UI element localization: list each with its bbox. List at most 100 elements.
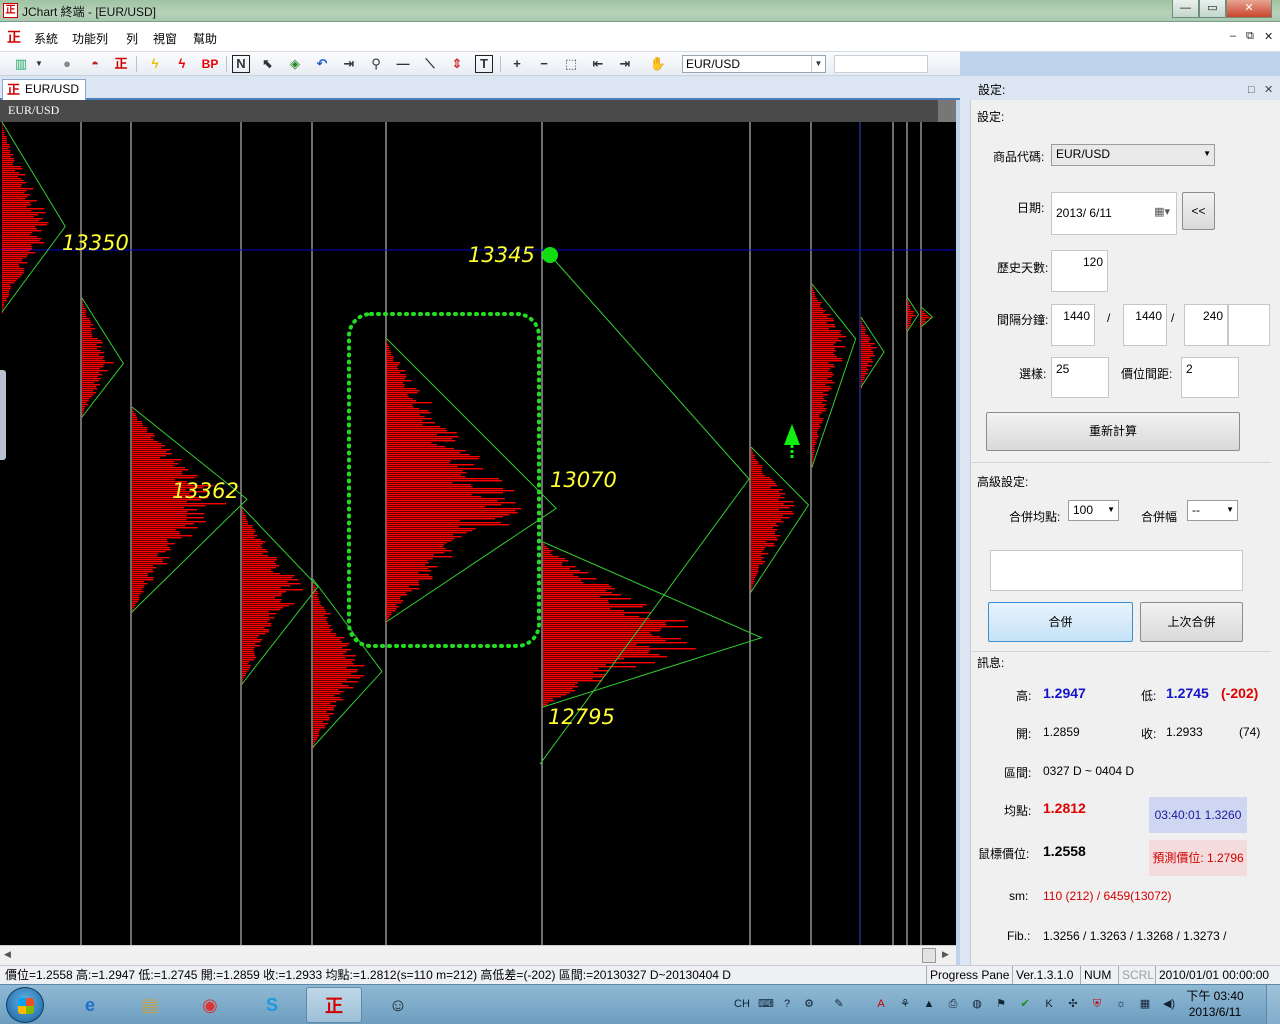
undo-icon[interactable]: ↶ [313,55,331,73]
merge-range-select[interactable]: -- ▼ [1187,500,1238,521]
check-icon[interactable]: ✔ [1018,997,1032,1011]
gray-circle-icon[interactable]: ● [58,55,76,73]
red-lightning-icon[interactable]: ϟ [173,55,191,73]
arrow-right-icon[interactable]: ⇥ [340,55,358,73]
clock[interactable]: 下午 03:40 2013/6/11 [1180,988,1250,1020]
toolbar-input[interactable] [834,55,928,73]
pen-icon[interactable]: ✎ [832,997,846,1011]
choose-input[interactable]: 25 [1051,357,1109,398]
chart-header-scroll[interactable] [938,100,956,122]
qq-icon[interactable]: ☺ [370,987,426,1023]
cursor-icon[interactable]: ⬉ [259,55,277,73]
kl-icon[interactable]: K [1042,997,1056,1011]
minus-icon[interactable]: − [535,55,553,73]
network-icon[interactable]: ▦ [1138,997,1152,1011]
menu-system[interactable]: 系統 [34,30,58,47]
start-button[interactable] [6,987,44,1023]
printer-icon[interactable]: ⎙ [946,997,960,1011]
interval-input-1[interactable]: 1440 [1051,304,1095,346]
t-tool-icon[interactable]: T [475,55,493,73]
select-box-icon[interactable]: ⬚ [562,55,580,73]
profile-bar [2,194,31,196]
scroll-left-icon[interactable]: ◀ [4,949,11,960]
hand-icon[interactable]: ✋ [649,55,667,73]
jchart-icon[interactable]: 正 [306,987,362,1023]
maximize-button[interactable]: ▭ [1199,0,1226,18]
menu-help[interactable]: 幫助 [193,30,217,47]
merge-button[interactable]: 合併 [988,602,1133,642]
interval-input-4[interactable] [1228,304,1270,346]
bp-icon[interactable]: BP [199,55,221,73]
shield-icon[interactable]: ⛨ [1090,997,1104,1011]
symbol-select[interactable]: EUR/USD ▼ [682,55,826,73]
profile-bar [242,603,295,605]
up-down-arrows-icon[interactable]: ⇕ [448,55,466,73]
explorer-icon[interactable]: ▤ [122,987,178,1023]
options-icon[interactable]: ⚙ [802,997,816,1011]
drive-icon[interactable]: ▲ [922,997,936,1011]
n-icon[interactable]: N [232,55,250,73]
collapse-tab[interactable] [0,370,6,460]
flag-icon[interactable]: ⚑ [994,997,1008,1011]
chevron-down-icon: ▼ [1226,505,1234,514]
date-picker[interactable]: 2013/ 6/11 ▦▾ [1051,192,1177,235]
show-desktop-button[interactable] [1266,985,1280,1024]
last-merge-button[interactable]: 上次合併 [1140,602,1243,642]
plus-icon[interactable]: + [508,55,526,73]
horizontal-line-icon[interactable]: — [394,55,412,73]
panel-float-icon[interactable]: □ [1248,80,1255,100]
keyboard-icon[interactable]: ⌨ [758,997,774,1011]
arrow-back-icon[interactable]: ⇤ [589,55,607,73]
history-days-input[interactable]: 120 [1051,250,1108,292]
menu-window[interactable]: 視窗 [153,30,177,47]
network-share-icon[interactable]: ⚘ [898,997,912,1011]
menu-logo-icon[interactable]: 正 [7,29,25,45]
interval-input-2[interactable]: 1440 [1123,304,1167,346]
horizontal-scrollbar[interactable]: ◀ ▶ [0,945,956,965]
profile-bar [386,450,466,452]
merge-avg-select[interactable]: 100 ▼ [1068,500,1119,521]
close-button[interactable]: ✕ [1226,0,1272,18]
recalculate-button[interactable]: 重新計算 [986,412,1240,451]
diagonal-line-icon[interactable]: ⟍ [421,55,439,73]
merge-output-box[interactable] [990,550,1243,591]
profile-bar [242,623,272,625]
menu-functions[interactable]: 功能列 [72,30,108,47]
chevron-down-icon[interactable]: ▼ [30,55,48,73]
arrow-forward-icon[interactable]: ⇥ [616,55,634,73]
chart-bars-icon[interactable]: ▥ [12,55,30,73]
disc-icon[interactable]: ◍ [970,997,984,1011]
mdi-close-button[interactable]: ✕ [1264,30,1273,43]
magnifier-icon[interactable]: ⚲ [367,55,385,73]
skype-icon[interactable]: S [244,987,300,1023]
tab-eurusd[interactable]: 正 EUR/USD [2,79,86,100]
minimize-button[interactable]: — [1172,0,1199,18]
calendar-icon[interactable]: ▦▾ [1154,205,1170,218]
scroll-right-icon[interactable]: ▶ [942,949,949,960]
menu-columns[interactable]: 列 [126,30,138,47]
price-gap-input[interactable]: 2 [1181,357,1239,398]
help-icon[interactable]: ? [780,997,794,1011]
profile-bar [543,650,650,652]
back-button[interactable]: << [1182,192,1215,230]
puzzle-icon[interactable]: ✣ [1066,997,1080,1011]
bulb-icon[interactable]: ☼ [1114,997,1128,1011]
cube-icon[interactable]: ◈ [286,55,304,73]
zheng-logo-icon[interactable]: 正 [112,55,130,73]
red-car-icon[interactable]: ◓ [86,55,104,73]
language-indicator[interactable]: CH [732,997,752,1011]
volume-icon[interactable]: ◀) [1162,997,1176,1011]
panel-close-icon[interactable]: ✕ [1264,80,1273,100]
mdi-minimize-button[interactable]: – [1230,30,1236,42]
product-code-select[interactable]: EUR/USD ▼ [1051,144,1215,166]
ie-icon[interactable]: e [62,987,118,1023]
pdf-icon[interactable]: A [874,997,888,1011]
market-profile-chart[interactable]: 13350 13345 13362 13070 12795 [0,122,956,945]
scroll-thumb[interactable] [922,948,936,963]
profile-bar [313,687,354,689]
interval-input-3[interactable]: 240 [1184,304,1228,346]
yellow-lightning-icon[interactable]: ϟ [146,55,164,73]
chrome-icon[interactable]: ◉ [182,987,238,1023]
mdi-restore-button[interactable]: ⧉ [1246,30,1254,43]
profile-bar [861,337,871,339]
